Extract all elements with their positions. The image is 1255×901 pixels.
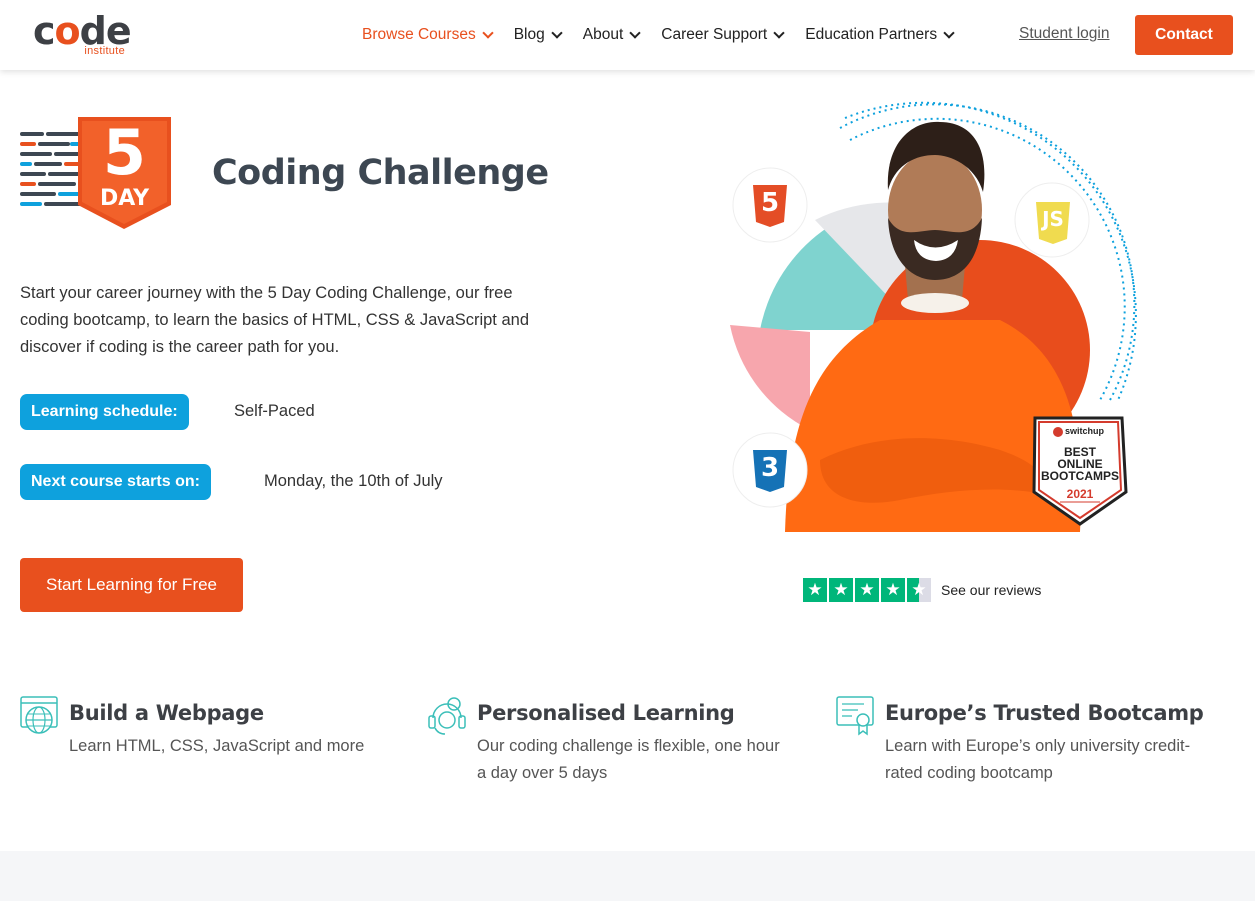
code-institute-logo[interactable]: code institute bbox=[33, 12, 133, 60]
star-icon: ★ bbox=[829, 578, 853, 602]
award-line: BOOTCAMPS bbox=[1041, 469, 1119, 483]
schedule-value: Self-Paced bbox=[234, 402, 315, 420]
schedule-label: Learning schedule: bbox=[20, 394, 189, 430]
award-brand: switchup bbox=[1065, 426, 1105, 436]
start-date-value: Monday, the 10th of July bbox=[264, 472, 443, 490]
nav-label: About bbox=[582, 26, 624, 43]
five-day-badge: 5 DAY bbox=[20, 117, 175, 229]
award-badge: BEST ONLINE BOOTCAMPS 2021 bbox=[1034, 446, 1126, 500]
nav-browse-courses[interactable]: Browse Courses bbox=[362, 26, 494, 44]
reviews-link[interactable]: See our reviews bbox=[941, 582, 1041, 598]
globe-webpage-icon bbox=[20, 696, 58, 734]
certificate-icon bbox=[836, 696, 874, 736]
badge-number: 5 bbox=[102, 116, 147, 189]
nav-career-support[interactable]: Career Support bbox=[661, 26, 785, 44]
headset-support-icon bbox=[428, 697, 466, 735]
feature-description: Learn HTML, CSS, JavaScript and more bbox=[69, 737, 365, 755]
chevron-down-icon bbox=[629, 26, 641, 39]
nav-label: Blog bbox=[513, 26, 545, 43]
javascript-icon: JS bbox=[1042, 207, 1064, 231]
site-header: code institute Browse Courses Blog About… bbox=[0, 0, 1255, 70]
page-title: Coding Challenge bbox=[212, 153, 549, 193]
star-icon: ★ bbox=[881, 578, 905, 602]
contact-button[interactable]: Contact bbox=[1135, 15, 1233, 55]
feature-description: Learn with Europe’s only university cred… bbox=[885, 737, 1191, 782]
chevron-down-icon bbox=[943, 26, 955, 39]
trustpilot-reviews[interactable]: ★ ★ ★ ★ ★ See our reviews bbox=[803, 578, 1041, 602]
rating-stars: ★ ★ ★ ★ ★ bbox=[803, 578, 933, 602]
student-login-link[interactable]: Student login bbox=[1019, 25, 1110, 43]
html5-icon: 5 bbox=[760, 188, 780, 218]
feature-title: Personalised Learning bbox=[477, 701, 735, 725]
star-icon: ★ bbox=[803, 578, 827, 602]
nav-education-partners[interactable]: Education Partners bbox=[805, 26, 955, 44]
nav-label: Education Partners bbox=[805, 26, 938, 43]
nav-label: Browse Courses bbox=[362, 26, 476, 43]
feature-title: Build a Webpage bbox=[69, 701, 264, 725]
chevron-down-icon bbox=[482, 26, 494, 39]
chevron-down-icon bbox=[773, 26, 785, 39]
chevron-down-icon bbox=[551, 26, 563, 39]
hero-illustration: 5 JS 3 switchup BEST ONLINE BOOTCAMPS 20… bbox=[700, 100, 1140, 535]
feature-title: Europe’s Trusted Bootcamp bbox=[885, 701, 1204, 725]
start-date-label: Next course starts on: bbox=[20, 464, 211, 500]
star-icon: ★ bbox=[855, 578, 879, 602]
start-learning-button[interactable]: Start Learning for Free bbox=[20, 558, 243, 612]
nav-label: Career Support bbox=[661, 26, 768, 43]
badge-unit: DAY bbox=[99, 186, 150, 211]
half-star-icon: ★ bbox=[907, 578, 931, 602]
award-year: 2021 bbox=[1066, 487, 1094, 501]
next-section-band bbox=[0, 851, 1255, 901]
logo-subtitle: institute bbox=[84, 45, 125, 57]
nav-about[interactable]: About bbox=[582, 26, 641, 44]
hero-description: Start your career journey with the 5 Day… bbox=[20, 284, 530, 356]
nav-blog[interactable]: Blog bbox=[513, 26, 563, 44]
css3-icon: 3 bbox=[760, 453, 780, 483]
main-nav: Browse Courses Blog About Career Support… bbox=[362, 24, 975, 46]
feature-description: Our coding challenge is flexible, one ho… bbox=[477, 737, 780, 782]
